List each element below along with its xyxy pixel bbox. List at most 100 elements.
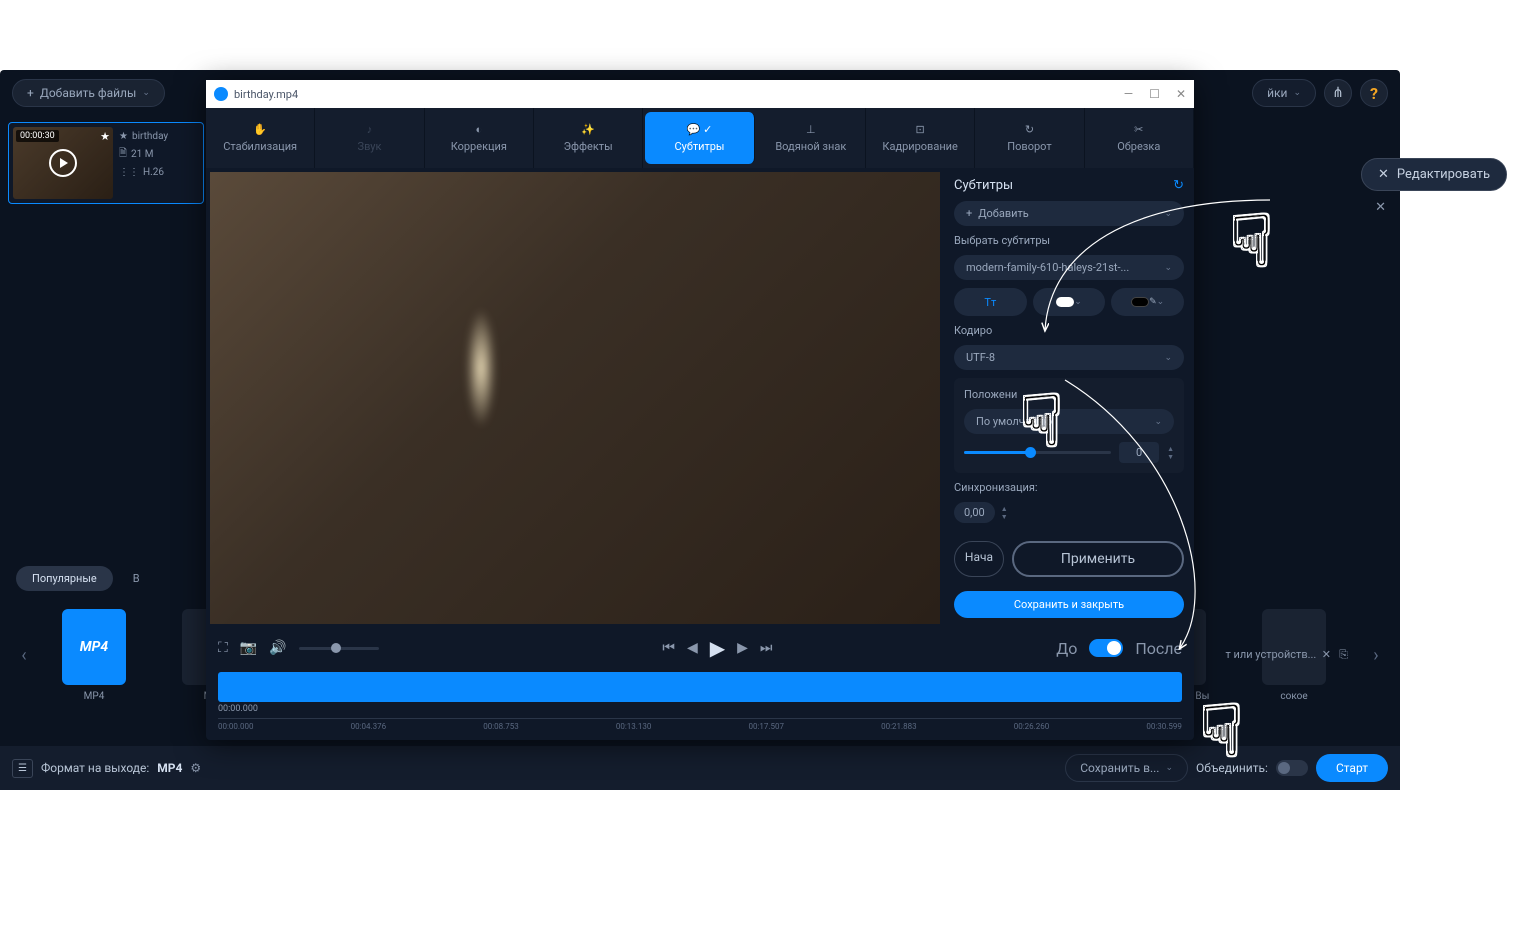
tab-label: Эффекты bbox=[564, 140, 613, 153]
tab-video[interactable]: В bbox=[117, 566, 156, 591]
gear-icon[interactable]: ⚙ bbox=[190, 761, 201, 775]
tab-trim[interactable]: ✂Обрезка bbox=[1085, 108, 1194, 168]
before-after-toggle[interactable] bbox=[1089, 639, 1123, 657]
timeline[interactable]: 00:00.000 00:00.000 00:04.376 00:08.753 … bbox=[206, 668, 1194, 740]
chevron-down-icon: ⌄ bbox=[1293, 88, 1301, 98]
tab-rotate[interactable]: ↻Поворот bbox=[975, 108, 1084, 168]
color-swatch bbox=[1131, 297, 1149, 307]
tab-audio[interactable]: ♪Звук bbox=[315, 108, 424, 168]
save-close-button[interactable]: Сохранить и закрыть bbox=[954, 591, 1184, 618]
encoding-label: Кодиро bbox=[954, 324, 1184, 337]
stepper-up[interactable]: ▲ bbox=[1167, 445, 1174, 453]
fullscreen-icon[interactable]: ⛶ bbox=[218, 640, 228, 656]
plus-icon: + bbox=[27, 86, 34, 100]
close-button[interactable]: ✕ bbox=[1176, 87, 1186, 101]
step-fwd-icon[interactable]: ▶ bbox=[737, 640, 748, 656]
star-icon: ★ bbox=[119, 131, 128, 142]
format-label: MP4 bbox=[84, 691, 105, 702]
share-icon: ⋔ bbox=[1332, 85, 1344, 101]
stepper-up[interactable]: ▲ bbox=[1001, 505, 1008, 513]
stepper-down[interactable]: ▼ bbox=[1001, 513, 1008, 521]
snapshot-icon[interactable]: 📷 bbox=[240, 640, 257, 656]
format-mp4[interactable]: MP4 MP4 bbox=[44, 609, 144, 702]
help-button[interactable]: ? bbox=[1360, 79, 1388, 107]
video-preview[interactable] bbox=[210, 172, 940, 624]
font-button[interactable]: Tт bbox=[954, 288, 1027, 316]
high-icon bbox=[1262, 609, 1326, 685]
carousel-next[interactable]: › bbox=[1364, 625, 1388, 685]
media-thumbnail[interactable]: 00:00:30 ★ bbox=[13, 127, 113, 199]
play-icon[interactable]: ▶ bbox=[710, 636, 725, 660]
chevron-down-icon: ⌄ bbox=[142, 88, 150, 98]
app-icon bbox=[214, 87, 228, 101]
start-button[interactable]: Старт bbox=[1316, 754, 1388, 782]
tab-label: Субтитры bbox=[674, 140, 724, 153]
clock-icon[interactable]: ↻ bbox=[1173, 178, 1184, 193]
save-to-button[interactable]: Сохранить в...⌄ bbox=[1065, 754, 1188, 782]
tab-label: Звук bbox=[358, 140, 382, 153]
add-subtitle-button[interactable]: +Добавить⌄ bbox=[954, 201, 1184, 226]
next-clip-icon[interactable]: ⏭ bbox=[760, 640, 773, 656]
settings-label: йки bbox=[1267, 86, 1287, 100]
save-to-label: Сохранить в... bbox=[1080, 761, 1159, 775]
tick: 00:08.753 bbox=[483, 722, 519, 738]
timeline-clip[interactable] bbox=[218, 672, 1182, 702]
subtitle-file: modern-family-610-haleys-21st-... bbox=[966, 261, 1129, 274]
tab-popular[interactable]: Популярные bbox=[16, 566, 113, 591]
outline-color-button[interactable]: ✎⌄ bbox=[1111, 288, 1184, 316]
tab-correction[interactable]: ◐Коррекция bbox=[425, 108, 534, 168]
editor-titlebar: birthday.mp4 ― ☐ ✕ bbox=[206, 80, 1194, 108]
tab-subtitles[interactable]: 💬 ✓ Субтитры bbox=[645, 112, 754, 164]
fill-color-button[interactable]: ⌄ bbox=[1033, 288, 1106, 316]
edit-callout: ✕ Редактировать bbox=[1361, 158, 1507, 191]
position-label: Положени bbox=[964, 388, 1174, 401]
position-dropdown[interactable]: По умолчанию⌄ bbox=[964, 409, 1174, 434]
tab-label: Кадрирование bbox=[882, 140, 957, 153]
position-value: По умолчанию bbox=[976, 415, 1052, 428]
step-back-icon[interactable]: ◀ bbox=[687, 640, 698, 656]
stepper-down[interactable]: ▼ bbox=[1167, 453, 1174, 461]
tab-label: Обрезка bbox=[1117, 140, 1160, 153]
position-slider[interactable] bbox=[964, 451, 1111, 454]
minimize-button[interactable]: ― bbox=[1124, 87, 1133, 101]
list-icon[interactable]: ☰ bbox=[12, 759, 33, 778]
carousel-prev[interactable]: ‹ bbox=[12, 625, 36, 685]
media-filename: birthday bbox=[132, 131, 168, 142]
begin-button[interactable]: Нача bbox=[954, 541, 1004, 577]
close-panel-button[interactable]: ✕ bbox=[1375, 200, 1386, 215]
device-search-text: т или устройств... ✕ ⎘ bbox=[1226, 648, 1349, 662]
prev-clip-icon[interactable]: ⏮ bbox=[662, 640, 675, 656]
after-label: После bbox=[1135, 639, 1182, 658]
sync-value[interactable]: 0,00 bbox=[954, 502, 995, 523]
rotate-icon: ↻ bbox=[1025, 123, 1034, 136]
maximize-button[interactable]: ☐ bbox=[1149, 87, 1160, 101]
tab-watermark[interactable]: ⊥Водяной знак bbox=[757, 108, 866, 168]
volume-icon[interactable]: 🔊 bbox=[269, 640, 286, 656]
tab-stabilization[interactable]: ✋Стабилизация bbox=[206, 108, 315, 168]
tab-crop[interactable]: ⊡Кадрирование bbox=[866, 108, 975, 168]
tab-effects[interactable]: ✨Эффекты bbox=[534, 108, 643, 168]
chevron-down-icon: ⌄ bbox=[1164, 263, 1172, 273]
encoding-dropdown[interactable]: UTF-8⌄ bbox=[954, 345, 1184, 370]
apply-button[interactable]: Применить bbox=[1012, 541, 1184, 577]
edit-button[interactable]: ✕ Редактировать bbox=[1361, 158, 1507, 191]
share-button[interactable]: ⋔ bbox=[1324, 79, 1352, 107]
plus-icon: + bbox=[966, 207, 972, 220]
volume-slider[interactable] bbox=[299, 647, 379, 650]
editor-window: birthday.mp4 ― ☐ ✕ ✋Стабилизация ♪Звук ◐… bbox=[206, 80, 1194, 740]
subtitle-file-dropdown[interactable]: modern-family-610-haleys-21st-... ⌄ bbox=[954, 255, 1184, 280]
media-item[interactable]: 00:00:30 ★ ★birthday 🗎21 M ⋮⋮H.26 bbox=[8, 122, 204, 204]
encoding-value: UTF-8 bbox=[966, 351, 995, 364]
settings-dropdown[interactable]: йки ⌄ bbox=[1252, 79, 1316, 107]
tick: 00:00.000 bbox=[218, 722, 254, 738]
tick: 00:13.130 bbox=[616, 722, 652, 738]
add-files-button[interactable]: + Добавить файлы ⌄ bbox=[12, 79, 165, 107]
position-offset[interactable]: 0 bbox=[1119, 442, 1159, 463]
help-icon: ? bbox=[1370, 84, 1378, 103]
output-label: Формат на выходе: bbox=[41, 761, 149, 775]
wrench-icon: ✕ bbox=[1378, 167, 1389, 182]
speech-icon: 💬 ✓ bbox=[687, 123, 713, 136]
file-icon: 🗎 bbox=[119, 146, 127, 163]
merge-toggle[interactable] bbox=[1276, 760, 1308, 776]
mp4-icon: MP4 bbox=[62, 609, 126, 685]
